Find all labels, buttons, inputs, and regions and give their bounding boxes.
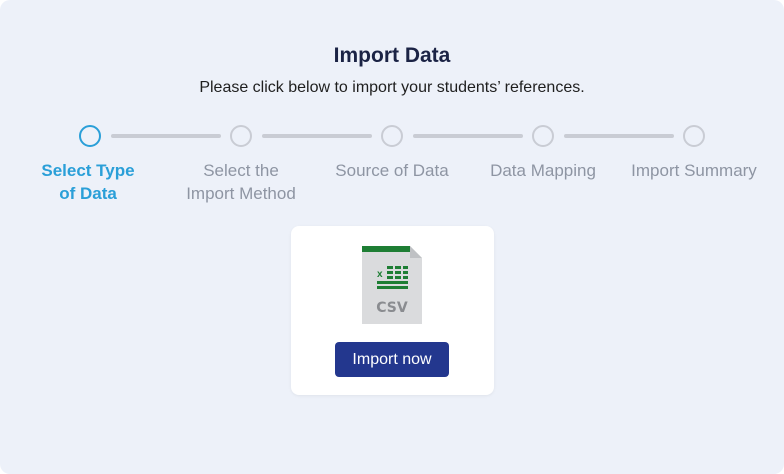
- step-connector: [413, 134, 523, 138]
- step-4-indicator[interactable]: [532, 125, 554, 147]
- step-2-label[interactable]: Select the Import Method: [161, 159, 321, 205]
- step-3-label[interactable]: Source of Data: [312, 159, 472, 182]
- step-2-label-line2: Import Method: [186, 184, 296, 203]
- step-1-label[interactable]: Select Type of Data: [8, 159, 168, 205]
- import-card: x CSV Import now: [291, 226, 494, 395]
- step-1-indicator[interactable]: [79, 125, 101, 147]
- import-data-panel: Import Data Please click below to import…: [0, 0, 784, 474]
- step-connector: [111, 134, 221, 138]
- step-5-label[interactable]: Import Summary: [614, 159, 774, 182]
- page-title: Import Data: [333, 44, 451, 67]
- csv-file-icon: x CSV: [362, 246, 422, 324]
- csv-file-label: CSV: [376, 300, 408, 316]
- step-2-label-line1: Select the: [203, 161, 279, 180]
- step-3-indicator[interactable]: [381, 125, 403, 147]
- import-now-button[interactable]: Import now: [335, 342, 449, 377]
- step-4-label-line1: Data Mapping: [490, 161, 596, 180]
- svg-text:x: x: [377, 269, 383, 280]
- step-connector: [564, 134, 674, 138]
- step-5-label-line1: Import Summary: [631, 161, 757, 180]
- step-1-label-line1: Select Type: [41, 161, 135, 180]
- page-subtitle: Please click below to import your studen…: [199, 79, 585, 96]
- step-2-indicator[interactable]: [230, 125, 252, 147]
- step-connector: [262, 134, 372, 138]
- step-5-indicator[interactable]: [683, 125, 705, 147]
- step-1-label-line2: of Data: [59, 184, 117, 203]
- step-3-label-line1: Source of Data: [335, 161, 449, 180]
- step-4-label[interactable]: Data Mapping: [463, 159, 623, 182]
